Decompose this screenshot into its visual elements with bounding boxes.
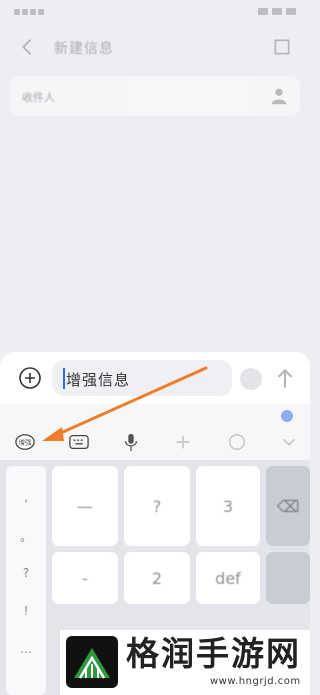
key[interactable]: def bbox=[196, 552, 260, 604]
send-icon[interactable] bbox=[272, 366, 298, 392]
key[interactable]: 3 bbox=[196, 466, 260, 546]
site-logo-icon bbox=[66, 636, 118, 688]
symbol-key[interactable]: , bbox=[6, 490, 46, 504]
symbol-key[interactable]: 。 bbox=[6, 528, 46, 545]
sim-select-icon[interactable] bbox=[240, 368, 262, 390]
message-input[interactable]: 增强信息 bbox=[52, 360, 232, 396]
keyboard-icon[interactable] bbox=[68, 432, 90, 452]
svg-text:增强: 增强 bbox=[19, 438, 32, 447]
microphone-icon[interactable] bbox=[120, 432, 142, 452]
compose-bar: 增强信息 bbox=[0, 352, 310, 404]
contact-icon[interactable] bbox=[268, 85, 290, 107]
notification-dot bbox=[281, 410, 293, 422]
watermark-url: www.hngrjd.com bbox=[210, 676, 301, 687]
recipient-placeholder: 收件人 bbox=[22, 91, 55, 104]
key[interactable]: — bbox=[52, 466, 118, 546]
key[interactable] bbox=[266, 552, 310, 604]
header: 新建信息 bbox=[0, 28, 310, 68]
symbol-key[interactable]: ! bbox=[6, 604, 46, 618]
recipient-field[interactable]: 收件人 bbox=[10, 76, 300, 116]
plus-icon[interactable] bbox=[172, 432, 194, 452]
compose-toolbar: 增强 bbox=[0, 404, 310, 460]
key[interactable]: ? bbox=[124, 466, 190, 546]
text-cursor bbox=[63, 368, 65, 389]
add-attachment-icon[interactable] bbox=[18, 366, 42, 390]
enhanced-message-icon[interactable]: 增强 bbox=[14, 432, 36, 452]
emoji-icon[interactable] bbox=[226, 432, 248, 452]
symbol-column[interactable]: , 。 ? ! … bbox=[6, 466, 46, 695]
delete-key[interactable]: ⌫ bbox=[266, 466, 310, 546]
symbol-key[interactable]: … bbox=[6, 642, 46, 656]
collapse-keyboard-icon[interactable] bbox=[278, 432, 300, 452]
battery-icons bbox=[258, 8, 296, 15]
page-title: 新建信息 bbox=[54, 41, 114, 57]
back-arrow-icon[interactable] bbox=[16, 36, 38, 58]
message-text: 增强信息 bbox=[66, 371, 131, 389]
symbol-key[interactable]: ? bbox=[6, 566, 46, 580]
key[interactable]: - bbox=[52, 552, 118, 604]
status-bar bbox=[0, 0, 310, 24]
watermark-text: 格润手游网 bbox=[126, 634, 301, 673]
signal-icons bbox=[14, 9, 44, 15]
key[interactable]: 2 bbox=[124, 552, 190, 604]
more-options-icon[interactable] bbox=[272, 37, 292, 57]
watermark: 格润手游网 www.hngrjd.com bbox=[60, 630, 310, 695]
